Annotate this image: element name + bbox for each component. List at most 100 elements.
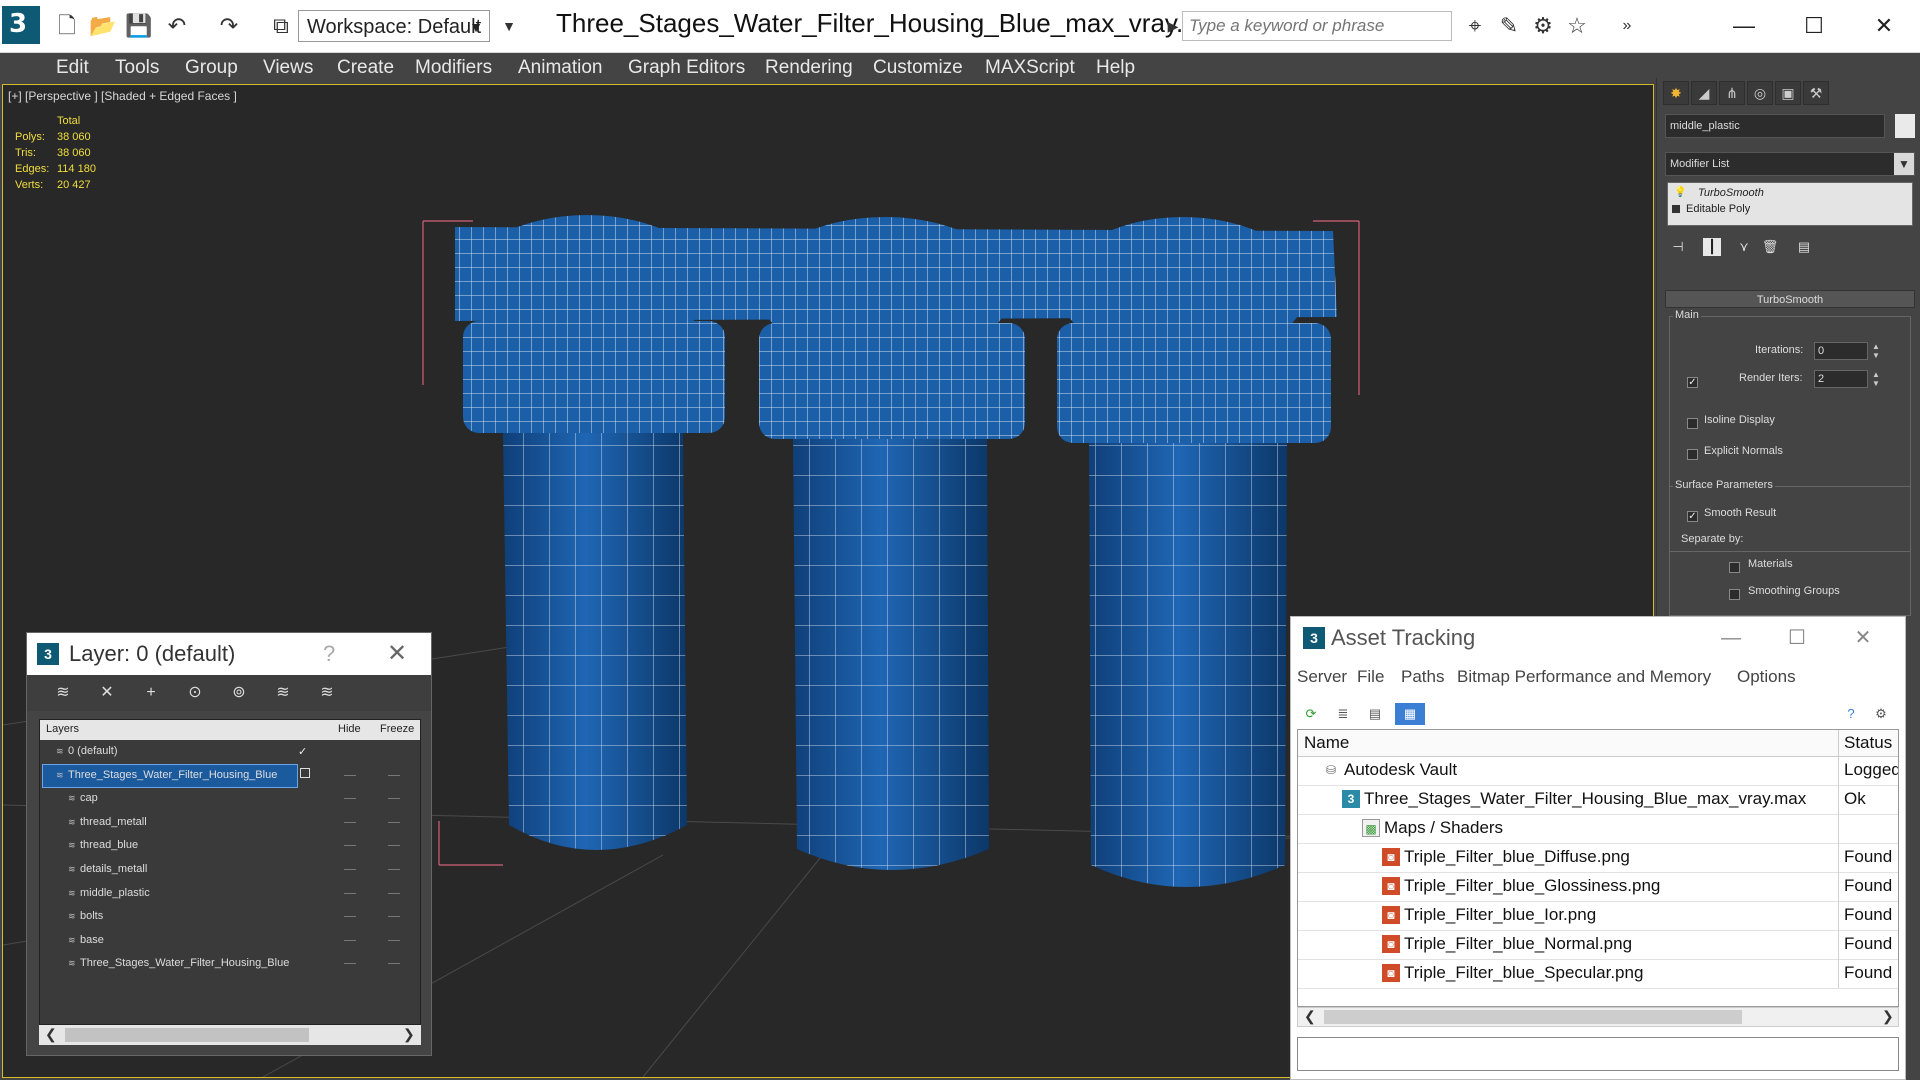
iterations-spinner-arrows[interactable]: ▲ ▼ bbox=[1870, 342, 1882, 360]
layer-row[interactable]: ≋ middle_plastic bbox=[40, 882, 420, 906]
render-iters-checkbox[interactable]: ✓ bbox=[1687, 377, 1698, 388]
pin-stack-icon[interactable]: ⊣ bbox=[1669, 238, 1687, 256]
maximize-button[interactable]: ☐ bbox=[1777, 623, 1817, 653]
layer-row[interactable]: ≋ thread_metall bbox=[40, 811, 420, 835]
hide-toggle[interactable] bbox=[344, 916, 356, 918]
freeze-column[interactable]: Freeze bbox=[380, 723, 414, 735]
workspace-dropdown[interactable]: Workspace: Default ▼ bbox=[298, 10, 490, 42]
status-column[interactable]: Status bbox=[1844, 733, 1892, 753]
hide-toggle[interactable] bbox=[344, 869, 356, 870]
freeze-toggle[interactable] bbox=[388, 821, 400, 823]
close-button[interactable]: ✕ bbox=[1843, 623, 1883, 653]
menu-create[interactable]: Create bbox=[337, 57, 394, 79]
asset-tracking-titlebar[interactable]: 3 Asset Tracking — ☐ ✕ bbox=[1291, 617, 1905, 659]
layer-horizontal-scrollbar[interactable]: ❮ ❯ bbox=[39, 1025, 421, 1045]
stack-item-turbosmooth[interactable]: TurboSmooth bbox=[1698, 187, 1764, 199]
asset-row[interactable]: ⛁ Autodesk Vault Logged bbox=[1298, 756, 1898, 786]
make-unique-icon[interactable]: ⋎ bbox=[1735, 238, 1753, 256]
freeze-toggle[interactable] bbox=[388, 774, 400, 776]
help-button[interactable]: ? bbox=[323, 641, 335, 667]
smoothing-groups-checkbox[interactable] bbox=[1729, 589, 1740, 600]
help-icon[interactable]: ? bbox=[1839, 703, 1863, 725]
modify-tab-icon[interactable]: ◢ bbox=[1691, 81, 1717, 105]
undo-icon[interactable]: ↶ bbox=[162, 11, 192, 41]
current-layer-box-icon[interactable] bbox=[300, 767, 310, 778]
menu-file[interactable]: File bbox=[1357, 667, 1384, 687]
freeze-toggle[interactable] bbox=[388, 963, 400, 965]
asset-horizontal-scrollbar[interactable]: ❮ ❯ bbox=[1297, 1007, 1899, 1027]
settings-icon[interactable]: ⚙ bbox=[1869, 703, 1893, 725]
menu-customize[interactable]: Customize bbox=[873, 57, 963, 79]
asset-row[interactable]: ◙ Triple_Filter_blue_Diffuse.png Found bbox=[1298, 843, 1898, 873]
table-view-icon[interactable]: ▦ bbox=[1395, 703, 1425, 725]
asset-row[interactable]: ◙ Triple_Filter_blue_Specular.png Found bbox=[1298, 959, 1898, 989]
freeze-toggle[interactable] bbox=[388, 916, 400, 918]
asset-row[interactable]: ▩ Maps / Shaders bbox=[1298, 814, 1898, 844]
freeze-toggle[interactable] bbox=[388, 869, 400, 870]
binoculars-icon[interactable]: ⌖ bbox=[1460, 11, 1490, 41]
hide-toggle[interactable] bbox=[344, 892, 356, 894]
sign-in-icon[interactable]: ⚙ bbox=[1528, 11, 1558, 41]
asset-row[interactable]: ◙ Triple_Filter_blue_Ior.png Found bbox=[1298, 901, 1898, 931]
stack-item-editable-poly[interactable]: Editable Poly bbox=[1672, 203, 1750, 215]
menu-edit[interactable]: Edit bbox=[56, 57, 89, 79]
menu-group[interactable]: Group bbox=[185, 57, 238, 79]
active-layer-check-icon[interactable]: ✓ bbox=[298, 745, 307, 758]
menu-graph-editors[interactable]: Graph Editors bbox=[628, 57, 745, 79]
layer-dialog-titlebar[interactable]: 3 Layer: 0 (default) ? ✕ bbox=[27, 633, 431, 675]
add-to-layer-icon[interactable]: + bbox=[139, 681, 163, 705]
layer-row[interactable]: ≋ cap bbox=[40, 787, 420, 811]
app-logo[interactable]: 3 bbox=[2, 6, 40, 44]
close-icon[interactable]: ✕ bbox=[387, 639, 407, 668]
layer-row[interactable]: ≋ 0 (default) ✓ bbox=[40, 740, 420, 764]
hide-toggle[interactable] bbox=[344, 939, 356, 941]
menu-server[interactable]: Server bbox=[1297, 667, 1347, 687]
name-column[interactable]: Name bbox=[1304, 733, 1349, 753]
object-name-field[interactable]: middle_plastic bbox=[1665, 114, 1885, 138]
menu-maxscript[interactable]: MAXScript bbox=[985, 57, 1075, 79]
layer-row[interactable]: ≋ details_metall bbox=[40, 858, 420, 882]
scroll-left-icon[interactable]: ❮ bbox=[45, 1026, 57, 1043]
scroll-thumb[interactable] bbox=[1324, 1010, 1742, 1024]
layer-row[interactable]: ≋ thread_blue bbox=[40, 834, 420, 858]
menu-options[interactable]: Options bbox=[1737, 667, 1796, 687]
more-icon[interactable]: » bbox=[1612, 11, 1642, 41]
turbosmooth-rollout-header[interactable]: TurboSmooth bbox=[1665, 290, 1915, 308]
modifier-list-dropdown[interactable]: Modifier List ▼ bbox=[1665, 152, 1915, 176]
minimize-button[interactable]: — bbox=[1714, 6, 1774, 46]
maximize-button[interactable]: ☐ bbox=[1784, 6, 1844, 46]
menu-modifiers[interactable]: Modifiers bbox=[415, 57, 492, 79]
menu-rendering[interactable]: Rendering bbox=[765, 57, 853, 79]
object-color-swatch[interactable] bbox=[1895, 114, 1915, 138]
freeze-toggle[interactable] bbox=[388, 845, 400, 847]
delete-layer-icon[interactable]: ✕ bbox=[95, 681, 119, 705]
highlight-layer-icon[interactable]: ⊚ bbox=[227, 681, 251, 705]
asset-row[interactable]: ◙ Triple_Filter_blue_Normal.png Found bbox=[1298, 930, 1898, 960]
new-file-icon[interactable]: 🗋 bbox=[52, 11, 82, 41]
favorites-star-icon[interactable]: ☆ bbox=[1562, 11, 1592, 41]
close-button[interactable]: ✕ bbox=[1854, 6, 1914, 46]
refresh-icon[interactable]: ⟳ bbox=[1299, 703, 1323, 725]
asset-row[interactable]: 3 Three_Stages_Water_Filter_Housing_Blue_… bbox=[1298, 785, 1898, 815]
menu-bitmap-performance[interactable]: Bitmap Performance and Memory bbox=[1457, 667, 1711, 687]
motion-tab-icon[interactable]: ◎ bbox=[1747, 81, 1773, 105]
display-tab-icon[interactable]: ▣ bbox=[1775, 81, 1801, 105]
freeze-toggle[interactable] bbox=[388, 892, 400, 894]
menu-views[interactable]: Views bbox=[263, 57, 313, 79]
asset-row[interactable]: ◙ Triple_Filter_blue_Glossiness.png Found bbox=[1298, 872, 1898, 902]
detail-view-icon[interactable]: ▤ bbox=[1363, 703, 1387, 725]
hierarchy-tab-icon[interactable]: ⋔ bbox=[1719, 81, 1745, 105]
hide-all-icon[interactable]: ≋ bbox=[271, 681, 295, 705]
layer-row[interactable]: ≋ Three_Stages_Water_Filter_Housing_Blue bbox=[40, 763, 420, 788]
scroll-right-icon[interactable]: ❯ bbox=[1882, 1008, 1894, 1025]
remove-modifier-icon[interactable]: 🗑 bbox=[1761, 238, 1779, 256]
select-objects-icon[interactable]: ⊙ bbox=[183, 681, 207, 705]
hide-toggle[interactable] bbox=[344, 845, 356, 847]
hide-column[interactable]: Hide bbox=[338, 723, 361, 735]
layers-column[interactable]: Layers bbox=[46, 723, 79, 735]
configure-sets-icon[interactable]: ▤ bbox=[1795, 238, 1813, 256]
viewport-label[interactable]: [+] [Perspective ] [Shaded + Edged Faces… bbox=[8, 89, 237, 103]
minimize-button[interactable]: — bbox=[1711, 623, 1751, 653]
project-folder-icon[interactable]: ⧉ bbox=[266, 11, 296, 41]
create-tab-icon[interactable]: ✸ bbox=[1663, 81, 1689, 105]
